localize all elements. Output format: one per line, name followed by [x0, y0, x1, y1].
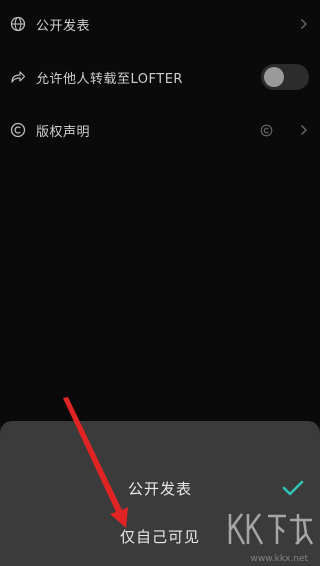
repost-toggle[interactable]: [261, 64, 309, 90]
chevron-right-icon: [299, 17, 309, 31]
settings-row-publish-public[interactable]: 公开发表: [0, 0, 320, 52]
check-icon: [282, 480, 304, 496]
chevron-right-icon: [299, 123, 309, 137]
settings-row-label: 公开发表: [36, 19, 91, 34]
settings-row-label: 版权声明: [36, 125, 91, 140]
watermark-url: www.kkx.net: [250, 554, 309, 564]
globe-icon: [10, 16, 26, 32]
share-forward-icon: [10, 69, 26, 85]
settings-row-copyright[interactable]: 版权声明: [0, 104, 320, 156]
settings-row-allow-repost: 允许他人转载至LOFTER: [0, 52, 320, 104]
copyright-icon: [10, 122, 26, 138]
copyright-small-icon: [259, 123, 273, 137]
option-label: 仅自己可见: [119, 527, 200, 546]
settings-row-label: 允许他人转载至LOFTER: [36, 72, 183, 87]
privacy-settings-screen: 公开发表 允许他人转载至LOFTER 版权声明 公开发表 仅自己可见 www.k…: [0, 0, 320, 566]
option-label: 公开发表: [127, 479, 192, 498]
toggle-knob: [264, 67, 284, 87]
watermark-logo: [228, 513, 314, 545]
